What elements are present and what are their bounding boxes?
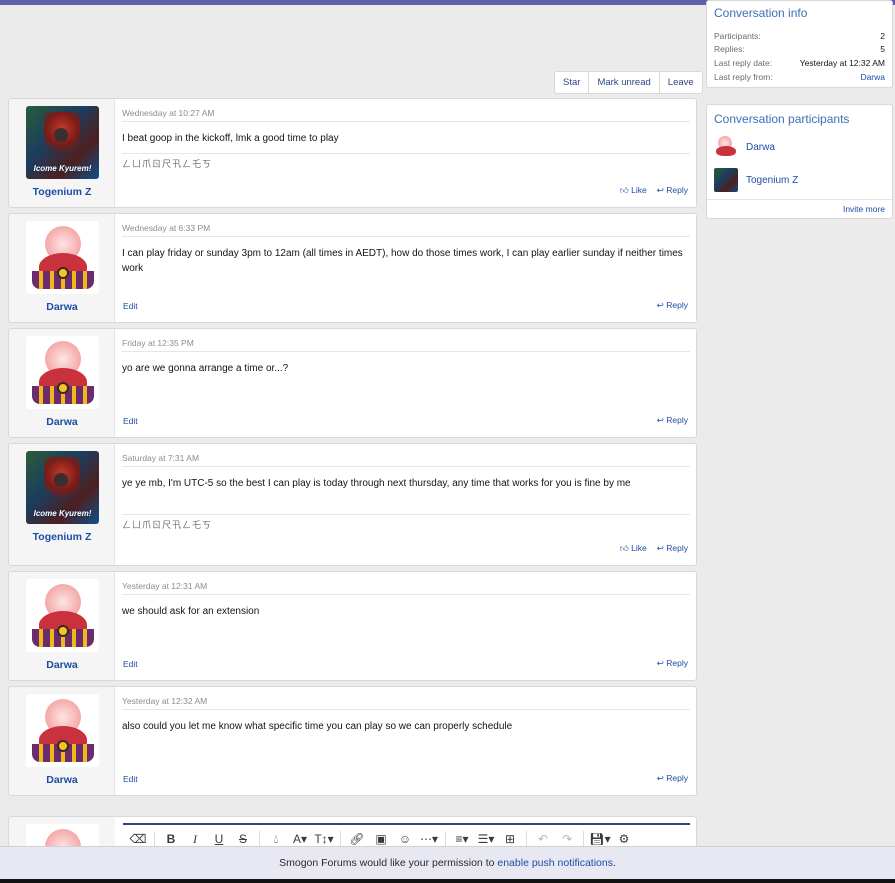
- reply-arrow-icon: ↩: [656, 300, 664, 310]
- message-body: I can play friday or sunday 3pm to 12am …: [122, 248, 683, 274]
- username-link[interactable]: Darwa: [9, 301, 115, 313]
- username-link[interactable]: Darwa: [9, 774, 115, 786]
- message: Darwa Friday at 12:35 PM yo are we gonna…: [8, 328, 697, 438]
- message-body: also could you let me know what specific…: [122, 721, 513, 732]
- participant-item[interactable]: Togenium Z: [714, 168, 798, 192]
- thumbs-up-icon: 👍︎: [619, 543, 629, 553]
- message: Darwa Wednesday at 6:33 PM I can play fr…: [8, 213, 697, 323]
- username-link[interactable]: Togenium Z: [9, 531, 115, 543]
- push-notification-notice: Smogon Forums would like your permission…: [0, 846, 895, 879]
- avatar[interactable]: Icome Kyurem!: [26, 106, 99, 179]
- username-link[interactable]: Togenium Z: [9, 186, 115, 198]
- avatar: [714, 135, 738, 159]
- edit-button[interactable]: Edit: [123, 416, 138, 426]
- invite-more-link[interactable]: Invite more: [843, 204, 885, 214]
- mark-unread-button[interactable]: Mark unread: [589, 72, 660, 93]
- reply-arrow-icon: ↩: [656, 543, 664, 553]
- message-date[interactable]: Wednesday at 10:27 AM: [122, 108, 214, 118]
- like-button[interactable]: 👍︎ Like: [620, 185, 647, 196]
- message-body: I beat goop in the kickoff, lmk a good t…: [122, 133, 339, 144]
- message: Icome Kyurem! Togenium Z Wednesday at 10…: [8, 98, 697, 208]
- thumbs-up-icon: 👍︎: [619, 185, 629, 195]
- edit-button[interactable]: Edit: [123, 301, 138, 311]
- reply-arrow-icon: ↩: [656, 773, 664, 783]
- message-date[interactable]: Wednesday at 6:33 PM: [122, 223, 210, 233]
- avatar[interactable]: [26, 694, 99, 767]
- like-button[interactable]: 👍︎ Like: [620, 543, 647, 554]
- reply-button[interactable]: ↩ Reply: [657, 658, 688, 669]
- message-body: we should ask for an extension: [122, 606, 260, 617]
- bottom-bar: [0, 879, 895, 883]
- star-button[interactable]: Star: [555, 72, 590, 93]
- signature: ㄥㄩ爪ㄖ尺卂ㄥ乇ㄎ: [122, 520, 213, 530]
- reply-arrow-icon: ↩: [656, 658, 664, 668]
- avatar: [714, 168, 738, 192]
- last-reply-from-link[interactable]: Darwa: [860, 72, 885, 82]
- replies-count: 5: [880, 44, 885, 54]
- message-body: ye ye mb, I'm UTC-5 so the best I can pl…: [122, 478, 631, 489]
- reply-arrow-icon: ↩: [656, 415, 664, 425]
- participant-item[interactable]: Darwa: [714, 135, 775, 159]
- message-date[interactable]: Friday at 12:35 PM: [122, 338, 194, 348]
- leave-button[interactable]: Leave: [660, 72, 702, 93]
- edit-button[interactable]: Edit: [123, 774, 138, 784]
- reply-arrow-icon: ↩: [656, 185, 664, 195]
- reply-button[interactable]: ↩ Reply: [657, 543, 688, 554]
- reply-button[interactable]: ↩ Reply: [657, 300, 688, 311]
- avatar[interactable]: [26, 336, 99, 409]
- reply-button[interactable]: ↩ Reply: [657, 415, 688, 426]
- message-date[interactable]: Yesterday at 12:32 AM: [122, 696, 207, 706]
- message-user-cell: Icome Kyurem! Togenium Z: [9, 99, 115, 207]
- edit-button[interactable]: Edit: [123, 659, 138, 669]
- avatar[interactable]: Icome Kyurem!: [26, 451, 99, 524]
- username-link[interactable]: Darwa: [9, 659, 115, 671]
- signature: ㄥㄩ爪ㄖ尺卂ㄥ乇ㄎ: [122, 159, 213, 169]
- username-link[interactable]: Darwa: [9, 416, 115, 428]
- message-date[interactable]: Yesterday at 12:31 AM: [122, 581, 207, 591]
- message: Darwa Yesterday at 12:32 AM also could y…: [8, 686, 697, 796]
- reply-button[interactable]: ↩ Reply: [657, 185, 688, 196]
- message-date[interactable]: Saturday at 7:31 AM: [122, 453, 199, 463]
- conversation-actions: Star Mark unread Leave: [554, 71, 703, 94]
- conversation-info-title: Conversation info: [714, 6, 808, 20]
- message: Darwa Yesterday at 12:31 AM we should as…: [8, 571, 697, 681]
- participants-count: 2: [880, 31, 885, 41]
- message: Icome Kyurem! Togenium Z Saturday at 7:3…: [8, 443, 697, 566]
- conversation-info-panel: Conversation info Participants: 2 Replies…: [706, 0, 893, 88]
- last-reply-date: Yesterday at 12:32 AM: [799, 58, 885, 68]
- avatar[interactable]: [26, 221, 99, 294]
- conversation-participants-panel: Conversation participants Darwa Togenium…: [706, 104, 893, 219]
- reply-button[interactable]: ↩ Reply: [657, 773, 688, 784]
- enable-push-notifications-link[interactable]: enable push notifications: [497, 857, 613, 869]
- message-body: yo are we gonna arrange a time or...?: [122, 363, 289, 374]
- participants-title: Conversation participants: [714, 112, 850, 126]
- avatar[interactable]: [26, 579, 99, 652]
